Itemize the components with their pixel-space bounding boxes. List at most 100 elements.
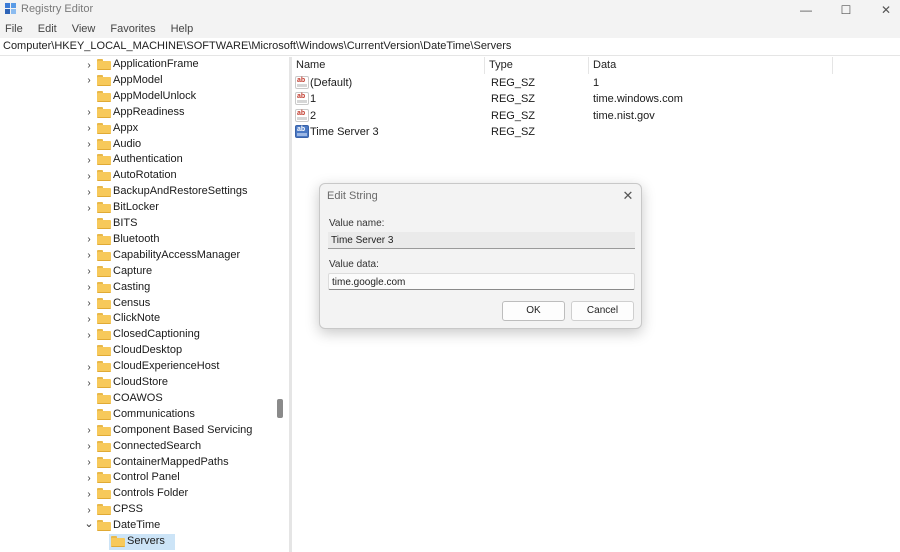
chevron-right-icon[interactable]: ›	[84, 232, 94, 248]
cancel-button[interactable]: Cancel	[571, 301, 634, 321]
folder-icon	[111, 536, 125, 547]
tree-item[interactable]: › Controls Folder	[0, 486, 275, 502]
value-type: REG_SZ	[491, 109, 536, 122]
folder-icon	[97, 281, 111, 293]
close-icon: ✕	[880, 3, 892, 17]
folder-icon	[97, 265, 111, 277]
tree-item[interactable]: › Bluetooth	[0, 232, 275, 248]
chevron-right-icon[interactable]: ›	[84, 423, 94, 439]
chevron-right-icon[interactable]: ›	[84, 248, 94, 264]
chevron-down-icon[interactable]: ⌄	[84, 516, 94, 532]
tree-scrollbar[interactable]	[275, 57, 288, 552]
tree-item[interactable]: › BackupAndRestoreSettings	[0, 184, 275, 200]
value-row[interactable]: ab 1 REG_SZ time.windows.com	[292, 91, 832, 107]
chevron-right-icon[interactable]: ›	[84, 470, 94, 486]
tree-item[interactable]: › ConnectedSearch	[0, 439, 275, 455]
tree-item[interactable]: › ApplicationFrame	[0, 57, 275, 73]
column-header-type[interactable]: Type	[485, 57, 589, 74]
chevron-right-icon[interactable]: ›	[84, 439, 94, 455]
chevron-right-icon[interactable]: ›	[84, 168, 94, 184]
menu-view[interactable]: View	[71, 23, 97, 35]
tree-item[interactable]: › CloudStore	[0, 375, 275, 391]
tree-item[interactable]: Servers	[0, 534, 275, 550]
tree-item[interactable]: › CloudExperienceHost	[0, 359, 275, 375]
address-bar[interactable]: Computer\HKEY_LOCAL_MACHINE\SOFTWARE\Mic…	[0, 38, 900, 56]
tree-item[interactable]: › ClosedCaptioning	[0, 327, 275, 343]
chevron-right-icon[interactable]: ›	[84, 73, 94, 89]
tree-item[interactable]: › Census	[0, 296, 275, 312]
tree-item-label: AppReadiness	[113, 105, 185, 118]
string-value-icon: ab	[295, 76, 309, 89]
minimize-button[interactable]: —	[786, 0, 826, 20]
tree-item[interactable]: › Component Based Servicing	[0, 423, 275, 439]
tree-item[interactable]: CloudDesktop	[0, 343, 275, 359]
tree-item[interactable]: › Appx	[0, 121, 275, 137]
chevron-right-icon[interactable]: ›	[84, 152, 94, 168]
value-row[interactable]: ab (Default) REG_SZ 1	[292, 75, 832, 91]
chevron-right-icon[interactable]: ›	[84, 184, 94, 200]
folder-icon	[97, 59, 111, 70]
dialog-title: Edit String	[327, 190, 378, 202]
folder-icon	[97, 90, 111, 102]
chevron-right-icon[interactable]: ›	[84, 311, 94, 327]
chevron-right-icon[interactable]: ›	[84, 280, 94, 296]
chevron-right-icon[interactable]: ›	[84, 296, 94, 312]
chevron-right-icon[interactable]: ›	[84, 105, 94, 121]
tree-item[interactable]: › CapabilityAccessManager	[0, 248, 275, 264]
value-type: REG_SZ	[491, 126, 536, 139]
value-type: REG_SZ	[491, 77, 536, 89]
tree-item[interactable]: COAWOS	[0, 391, 275, 407]
menu-favorites[interactable]: Favorites	[109, 23, 156, 35]
tree-item[interactable]: › AutoRotation	[0, 168, 275, 184]
folder-icon	[97, 361, 111, 373]
chevron-right-icon[interactable]: ›	[84, 57, 94, 73]
chevron-right-icon[interactable]: ›	[84, 200, 94, 216]
menu-file[interactable]: File	[4, 23, 24, 35]
chevron-right-icon[interactable]: ›	[84, 359, 94, 375]
tree-item[interactable]: › Authentication	[0, 152, 275, 168]
tree-item-label: CloudDesktop	[113, 344, 183, 357]
chevron-right-icon[interactable]: ›	[84, 375, 94, 391]
column-header-name[interactable]: Name	[292, 57, 485, 74]
close-window-button[interactable]: ✕	[866, 0, 900, 20]
chevron-right-icon[interactable]: ›	[84, 121, 94, 137]
menu-help[interactable]: Help	[170, 23, 195, 35]
tree-item[interactable]: Communications	[0, 407, 275, 423]
chevron-right-icon[interactable]: ›	[84, 455, 94, 471]
tree-item[interactable]: › Capture	[0, 264, 275, 280]
chevron-right-icon[interactable]: ›	[84, 264, 94, 280]
value-row[interactable]: ab 2 REG_SZ time.nist.gov	[292, 108, 832, 124]
value-row[interactable]: ab Time Server 3 REG_SZ	[292, 124, 832, 140]
folder-icon	[97, 456, 111, 468]
folder-icon	[97, 297, 111, 309]
ok-button[interactable]: OK	[502, 301, 565, 321]
value-data: 1	[593, 77, 600, 89]
tree-item[interactable]: › AppModel	[0, 73, 275, 89]
chevron-right-icon[interactable]: ›	[84, 137, 94, 153]
tree-scrollbar-thumb[interactable]	[277, 399, 283, 418]
maximize-button[interactable]: ☐	[826, 0, 866, 20]
tree-item[interactable]: AppModelUnlock	[0, 89, 275, 105]
dialog-close-button[interactable]: ✕	[618, 187, 638, 205]
tree-item[interactable]: › BitLocker	[0, 200, 275, 216]
value-data: time.windows.com	[593, 93, 683, 106]
tree-item[interactable]: › Control Panel	[0, 470, 275, 486]
tree-item[interactable]: › CPSS	[0, 502, 275, 518]
tree-item[interactable]: › ClickNote	[0, 311, 275, 327]
column-header-data[interactable]: Data	[589, 57, 833, 74]
menu-edit[interactable]: Edit	[37, 23, 58, 35]
chevron-right-icon[interactable]: ›	[84, 327, 94, 343]
tree-item-label: CPSS	[113, 503, 143, 516]
tree-item[interactable]: › AppReadiness	[0, 105, 275, 121]
chevron-right-icon[interactable]: ›	[84, 486, 94, 502]
tree-item-label: ConnectedSearch	[113, 439, 202, 452]
tree-item[interactable]: BITS	[0, 216, 275, 232]
tree-item[interactable]: › ContainerMappedPaths	[0, 455, 275, 471]
tree-item[interactable]: › Audio	[0, 137, 275, 153]
title-bar: Registry Editor — ☐ ✕	[0, 0, 900, 20]
tree-item[interactable]: ⌄ DateTime	[0, 518, 275, 534]
folder-icon	[97, 345, 111, 357]
value-data-input[interactable]: time.google.com	[328, 273, 635, 290]
tree-item-label: DateTime	[113, 519, 161, 532]
tree-item[interactable]: › Casting	[0, 280, 275, 296]
